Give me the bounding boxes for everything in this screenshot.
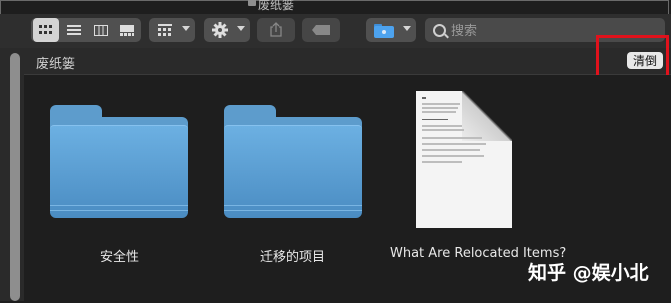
chevron-down-icon (237, 26, 245, 31)
share-icon (270, 22, 282, 37)
item-label: 迁移的项目 (260, 250, 326, 265)
window-title: 废纸篓 (258, 0, 295, 12)
column-view-button[interactable] (88, 18, 114, 42)
grid-group-icon (158, 24, 172, 36)
gallery-view-icon (120, 24, 134, 36)
tag-icon (312, 25, 330, 35)
column-view-icon (94, 24, 108, 36)
action-button[interactable] (204, 18, 250, 42)
trash-header-bar: 废纸篓 清倒 (24, 48, 671, 75)
watermark-text: 知乎 @娱小北 (528, 262, 649, 284)
folder-title: 废纸篓 (36, 57, 76, 72)
grid-item-relocated[interactable]: 迁移的项目 (194, 75, 394, 301)
item-label: 安全性 (100, 250, 140, 265)
search-icon (433, 24, 446, 37)
icon-view-button[interactable] (33, 18, 59, 42)
list-view-button[interactable] (61, 18, 87, 42)
tag-button[interactable] (302, 18, 340, 42)
title-bar: 废纸篓 (0, 0, 671, 14)
view-switcher (31, 18, 141, 42)
chevron-down-icon (182, 26, 190, 31)
list-view-icon (67, 25, 81, 35)
folder-icon (374, 24, 394, 38)
group-by-button[interactable] (149, 18, 195, 42)
scrollbar-thumb[interactable] (10, 53, 20, 301)
gear-icon (212, 22, 228, 38)
folder-button[interactable] (366, 18, 416, 42)
share-button[interactable] (257, 18, 295, 42)
document-icon (416, 91, 512, 228)
chevron-down-icon (403, 26, 411, 31)
trash-title-icon (248, 0, 256, 6)
gallery-view-button[interactable] (114, 18, 140, 42)
icon-view-icon (39, 25, 52, 34)
